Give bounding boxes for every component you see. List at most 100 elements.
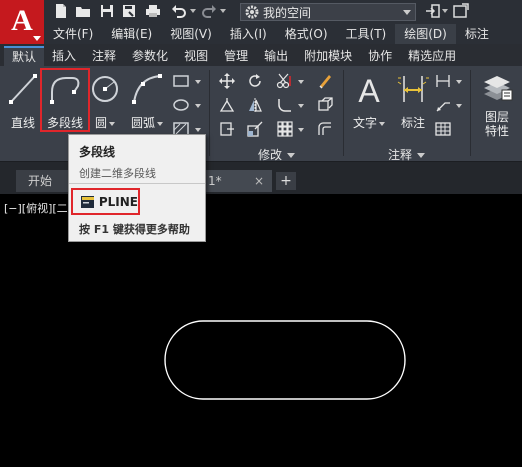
app-logo-icon: A [11,4,33,37]
text-button[interactable]: A 文字 [346,70,392,136]
trim-icon[interactable] [276,72,294,90]
hatch-icon[interactable] [172,96,190,114]
polyline-tooltip: 多段线 创建二维多段线 PLINE 按 F1 键获得更多帮助 [68,134,206,242]
menu-insert[interactable]: 插入(I) [221,24,276,44]
redo-dropdown-icon[interactable] [220,9,226,13]
panel-separator [209,70,210,156]
circle-label-text: 圆 [94,116,107,130]
ribbon-tabs: 默认 插入 注释 参数化 视图 管理 输出 附加模块 协作 精选应用 [0,44,522,66]
menu-view[interactable]: 视图(V) [161,24,221,44]
mirror-icon[interactable] [246,96,264,114]
dimension-button[interactable]: 标注 [390,70,436,136]
offset-icon[interactable] [316,120,334,138]
fillet-dropdown-icon[interactable] [298,104,304,108]
table-icon[interactable] [434,120,452,138]
menu-draw[interactable]: 绘图(D) [395,24,456,44]
tab-drawing1-label: 1* [208,174,222,188]
tab-insert[interactable]: 插入 [44,46,84,66]
dimension-label: 标注 [400,116,425,130]
annotation-panel-title-text: 注释 [388,148,413,162]
sign-in-icon[interactable] [424,3,442,19]
text-label-text: 文字 [352,116,377,130]
tab-drawing1[interactable]: 1* × [196,170,272,192]
tab-output[interactable]: 输出 [256,46,296,66]
rotate-icon[interactable] [246,72,264,90]
exchange-icon[interactable] [452,3,470,19]
layer-properties-label: 图层 特性 [485,110,509,138]
array-icon[interactable] [276,120,294,138]
panel-separator [343,70,344,156]
hatch-dropdown-icon[interactable] [195,104,201,108]
linear-dimension-dropdown-icon[interactable] [456,80,462,84]
menu-format[interactable]: 格式(O) [276,24,337,44]
polyline-obround-shape[interactable] [164,320,406,400]
chevron-down-icon [417,153,426,158]
workspace-select[interactable]: 我的空间 [240,3,416,21]
modify-panel-title[interactable]: 修改 [258,146,296,163]
tab-view[interactable]: 视图 [176,46,216,66]
layer-properties-button[interactable]: 图层 特性 [472,70,522,138]
move-icon[interactable] [218,72,236,90]
layer-label-line2: 特性 [484,124,509,138]
tab-start[interactable]: 开始 [16,170,76,192]
save-as-icon[interactable] [120,3,138,19]
layers-icon [479,72,515,106]
tooltip-divider [69,183,205,184]
close-icon[interactable]: × [254,170,264,192]
explode-icon[interactable] [316,96,334,114]
arc-button[interactable]: 圆弧 [124,70,170,136]
layer-label-line1: 图层 [484,110,509,124]
panel-separator [470,70,471,156]
print-icon[interactable] [144,3,162,19]
scale-icon[interactable] [246,120,264,138]
erase-icon[interactable] [316,72,334,90]
menu-file[interactable]: 文件(F) [44,24,102,44]
tooltip-title: 多段线 [79,145,116,159]
save-icon[interactable] [98,3,116,19]
annotation-panel-title[interactable]: 注释 [388,146,426,163]
leader-dropdown-icon[interactable] [456,104,462,108]
tooltip-help: 按 F1 键获得更多帮助 [79,223,190,236]
trim-dropdown-icon[interactable] [298,80,304,84]
tab-annotate[interactable]: 注释 [84,46,124,66]
tab-featured-apps[interactable]: 精选应用 [400,46,464,66]
text-icon: A [351,72,387,106]
tab-default[interactable]: 默认 [4,46,45,66]
stretch-icon[interactable] [218,120,236,138]
sign-in-dropdown-icon[interactable] [442,9,448,13]
chevron-down-icon [109,121,115,126]
app-menu-arrow-icon [33,36,41,41]
rectangle-dropdown-icon[interactable] [195,80,201,84]
copy-icon[interactable] [218,96,236,114]
new-icon[interactable] [52,3,70,19]
menu-dimension[interactable]: 标注 [456,24,498,44]
undo-dropdown-icon[interactable] [190,9,196,13]
open-icon[interactable] [74,3,92,19]
undo-icon[interactable] [170,3,188,19]
new-tab-button[interactable]: + [276,172,296,190]
circle-label: 圆 [95,114,115,131]
leader-icon[interactable] [434,96,452,114]
tab-collaborate[interactable]: 协作 [360,46,400,66]
fillet-icon[interactable] [276,96,294,114]
array-dropdown-icon[interactable] [298,128,304,132]
gradient-dropdown-icon[interactable] [195,128,201,132]
svg-text:A: A [358,73,380,106]
app-menu-button[interactable]: A [0,0,44,44]
tab-addins[interactable]: 附加模块 [296,46,360,66]
menu-tools[interactable]: 工具(T) [337,24,396,44]
polyline-highlight-box [40,68,90,132]
tab-parametric[interactable]: 参数化 [124,46,176,66]
redo-icon[interactable] [200,3,218,19]
menu-edit[interactable]: 编辑(E) [102,24,161,44]
linear-dimension-icon[interactable] [434,72,452,90]
tooltip-command-box: PLINE [71,188,140,215]
title-bar: A 我的空间 文件(F) 编辑(E) 视图(V) 插入(I) 格式(O) 工具(… [0,0,522,44]
gear-icon [245,5,259,19]
chevron-down-icon [157,121,163,126]
rectangle-icon[interactable] [172,72,190,90]
tab-manage[interactable]: 管理 [216,46,256,66]
dimension-icon [395,72,431,106]
tooltip-command: PLINE [98,194,138,209]
tooltip-description: 创建二维多段线 [79,167,156,180]
